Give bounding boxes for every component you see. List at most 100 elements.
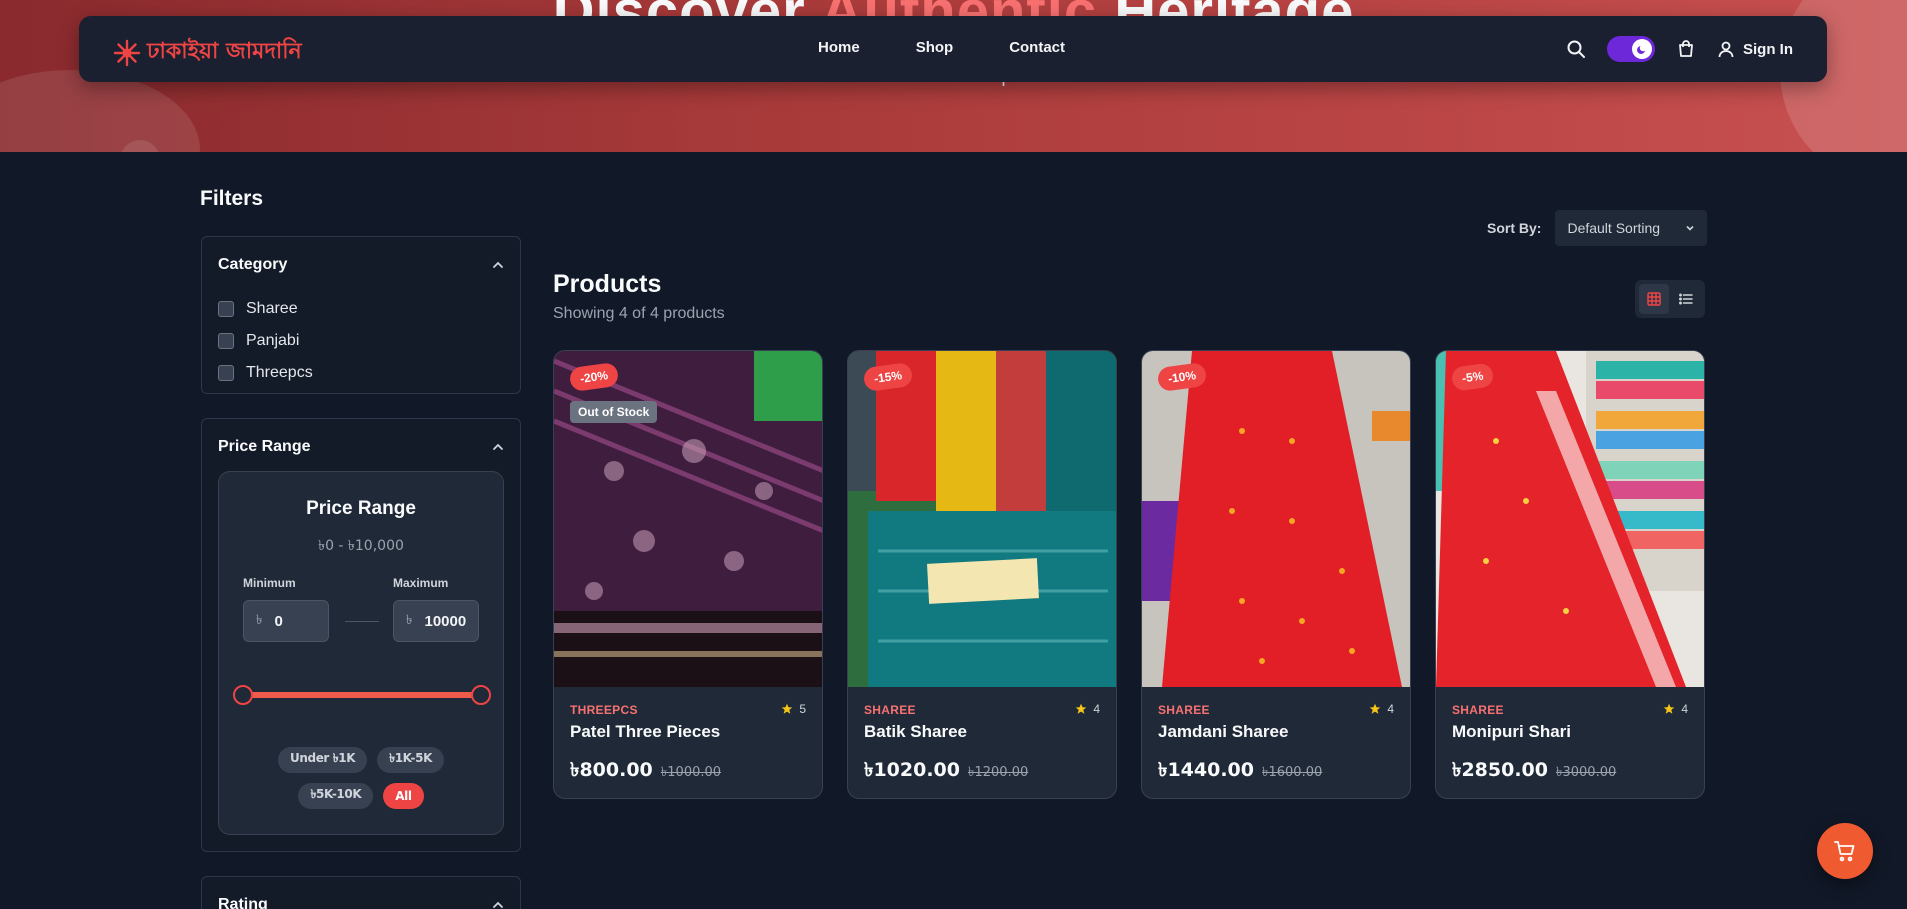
product-name[interactable]: Batik Sharee <box>864 722 967 742</box>
max-label: Maximum <box>393 576 449 590</box>
rating-value: 4 <box>1093 702 1100 716</box>
product-card[interactable]: -15% SHAREE 4 Batik Sharee ৳1020.00 ৳120… <box>847 350 1117 799</box>
logo-text: ঢাকাইয়া জামদানি <box>147 39 302 64</box>
price-slider-min-handle[interactable] <box>233 685 253 705</box>
rating-header[interactable]: Rating <box>202 877 520 909</box>
star-icon <box>1076 703 1087 714</box>
category-header[interactable]: Category <box>202 237 520 293</box>
product-category: THREEPCS <box>570 703 638 717</box>
min-label: Minimum <box>243 576 296 590</box>
moon-icon <box>1637 46 1645 54</box>
price-chips-row: Under ৳1K ৳1K-5K <box>219 747 503 773</box>
checkbox[interactable] <box>218 333 234 349</box>
currency-symbol: ৳ <box>406 612 413 628</box>
shopping-cart-icon <box>1834 841 1855 862</box>
products-title: Products <box>553 270 662 298</box>
logo[interactable]: ঢাকাইয়া জামদানি <box>113 34 302 71</box>
price-card-title: Price Range <box>306 498 416 519</box>
price-range-title: Price Range <box>218 438 311 455</box>
product-rating: 4 <box>1369 702 1394 716</box>
range-separator <box>345 621 379 622</box>
chip-1k-5k[interactable]: ৳1K-5K <box>377 747 444 773</box>
chevron-up-icon <box>493 261 503 268</box>
price-range-panel: Price Range Price Range ৳0 - ৳10,000 Min… <box>201 418 521 852</box>
nav-home[interactable]: Home <box>818 39 860 56</box>
signin-button[interactable]: Sign In <box>1717 40 1793 58</box>
theme-toggle[interactable] <box>1607 36 1655 62</box>
product-image[interactable]: -10% <box>1142 351 1410 687</box>
view-toggle <box>1635 280 1705 318</box>
navbar: ঢাকাইয়া জামদানি Home Shop Contact Sign … <box>79 16 1827 82</box>
original-price: ৳1000.00 <box>660 765 722 780</box>
product-image[interactable]: -20% Out of Stock <box>554 351 822 687</box>
max-price-input[interactable]: ৳ 10000 <box>393 600 479 642</box>
rating-value: 4 <box>1681 702 1688 716</box>
min-price-input[interactable]: ৳ 0 <box>243 600 329 642</box>
product-category: SHAREE <box>1158 703 1210 717</box>
chip-under-1k[interactable]: Under ৳1K <box>278 747 368 773</box>
search-button[interactable] <box>1563 36 1589 62</box>
toggle-knob <box>1632 39 1652 59</box>
price-chips-row: ৳5K-10K All <box>219 783 503 809</box>
product-name[interactable]: Monipuri Shari <box>1452 722 1571 742</box>
list-view-button[interactable] <box>1671 284 1701 314</box>
nav-actions: Sign In <box>1563 36 1793 62</box>
nav-contact[interactable]: Contact <box>1009 39 1065 56</box>
out-of-stock-badge: Out of Stock <box>570 401 658 423</box>
chevron-down-icon <box>1686 225 1695 231</box>
sort-value: Default Sorting <box>1567 220 1661 236</box>
product-photo <box>1436 351 1704 687</box>
list-icon <box>1679 293 1693 305</box>
signin-label: Sign In <box>1743 40 1793 58</box>
floating-cart-button[interactable] <box>1817 823 1873 879</box>
product-card[interactable]: -20% Out of Stock THREEPCS 5 Patel Three… <box>553 350 823 799</box>
product-image[interactable]: -5% <box>1436 351 1704 687</box>
chip-all[interactable]: All <box>383 783 424 809</box>
product-name[interactable]: Jamdani Sharee <box>1158 722 1288 742</box>
product-name[interactable]: Patel Three Pieces <box>570 722 720 742</box>
cart-icon <box>1679 40 1693 57</box>
current-price: ৳2850.00 <box>1452 759 1549 781</box>
product-card[interactable]: -5% SHAREE 4 Monipuri Shari ৳2850.00 ৳30… <box>1435 350 1705 799</box>
min-price-value: 0 <box>274 612 283 630</box>
grid-icon <box>1647 292 1661 306</box>
max-price-value: 10000 <box>424 612 467 630</box>
checkbox[interactable] <box>218 365 234 381</box>
main-nav: Home Shop Contact <box>818 39 1065 56</box>
category-item-threepcs[interactable]: Threepcs <box>202 357 520 389</box>
product-photo <box>848 351 1116 687</box>
product-price: ৳1020.00 ৳1200.00 <box>864 756 1028 788</box>
product-price: ৳2850.00 ৳3000.00 <box>1452 756 1616 788</box>
category-label: Panjabi <box>246 332 300 349</box>
star-icon <box>1664 703 1675 714</box>
filters-title: Filters <box>200 187 264 210</box>
price-slider-track[interactable] <box>233 685 491 705</box>
price-slider-max-handle[interactable] <box>471 685 491 705</box>
user-icon <box>1718 41 1734 58</box>
grid-view-button[interactable] <box>1639 284 1669 314</box>
nav-shop[interactable]: Shop <box>916 39 954 56</box>
currency-symbol: ৳ <box>256 612 263 628</box>
price-slider-fill <box>243 692 481 698</box>
product-rating: 5 <box>781 702 806 716</box>
product-category: SHAREE <box>864 703 916 717</box>
sort-select[interactable]: Default Sorting <box>1555 210 1708 246</box>
sort-control: Sort By: Default Sorting <box>1487 210 1708 246</box>
product-image[interactable]: -15% <box>848 351 1116 687</box>
rating-panel: Rating <box>201 876 521 909</box>
product-rating: 4 <box>1075 702 1100 716</box>
search-icon <box>1567 40 1585 58</box>
checkbox[interactable] <box>218 301 234 317</box>
product-card[interactable]: -10% SHAREE 4 Jamdani Sharee ৳1440.00 ৳1… <box>1141 350 1411 799</box>
chip-5k-10k[interactable]: ৳5K-10K <box>298 783 374 809</box>
category-item-panjabi[interactable]: Panjabi <box>202 325 520 357</box>
category-item-sharee[interactable]: Sharee <box>202 293 520 325</box>
original-price: ৳1200.00 <box>968 765 1029 780</box>
product-rating: 4 <box>1663 702 1688 716</box>
rating-value: 5 <box>799 702 806 716</box>
category-title: Category <box>218 256 288 273</box>
product-category: SHAREE <box>1452 703 1504 717</box>
cart-button[interactable] <box>1673 36 1699 62</box>
chevron-up-icon <box>493 901 503 908</box>
price-range-header[interactable]: Price Range <box>202 419 520 475</box>
